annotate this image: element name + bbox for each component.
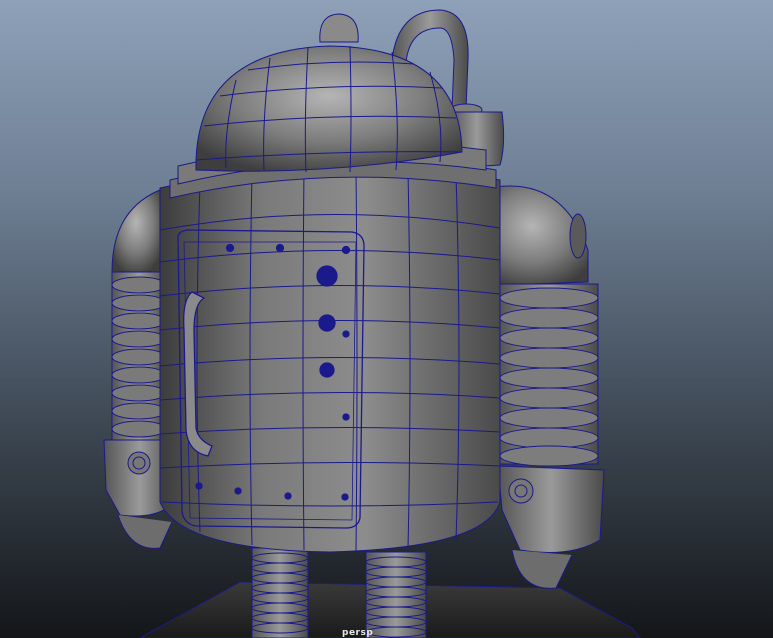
robot-dome-head: [195, 13, 463, 173]
robot-model-render[interactable]: [0, 0, 773, 638]
3d-viewport[interactable]: persp: [0, 0, 773, 638]
robot-body: [159, 142, 501, 553]
right-leg: [365, 551, 427, 638]
camera-view-label: persp: [342, 628, 374, 638]
left-leg: [251, 547, 309, 638]
